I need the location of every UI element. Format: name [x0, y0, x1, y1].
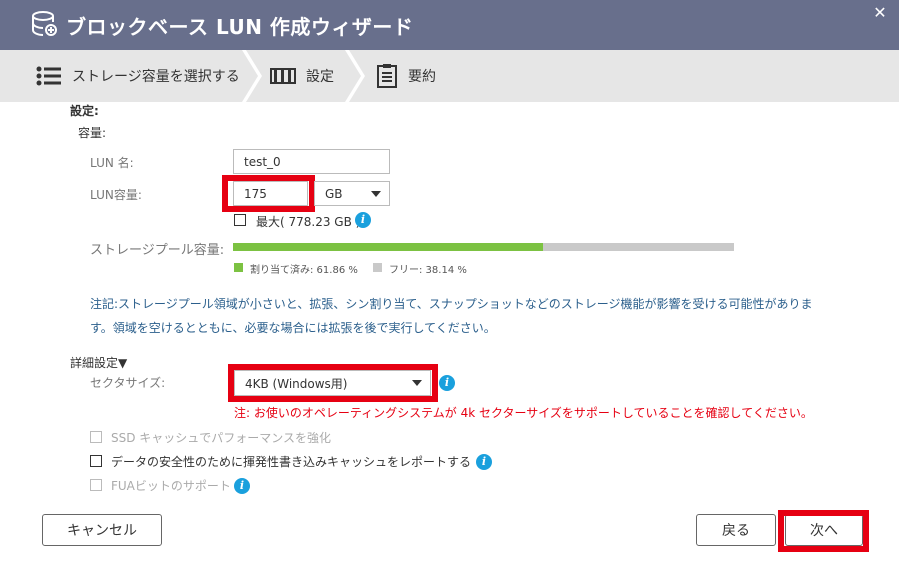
fua-checkbox[interactable] — [90, 479, 102, 491]
ssd-cache-label: SSD キャッシュでパフォーマンスを強化 — [111, 431, 332, 445]
max-capacity-checkbox[interactable] — [234, 214, 246, 226]
pool-allocated-fill — [233, 243, 543, 251]
step-separator-icon — [345, 50, 365, 102]
list-icon — [36, 66, 61, 86]
step-label: ストレージ容量を選択する — [72, 69, 240, 85]
wizard-steps: ストレージ容量を選択する 設定 要約 — [0, 50, 899, 102]
step-label: 要約 — [408, 69, 436, 85]
pool-capacity-label: ストレージプール容量: — [90, 243, 225, 258]
storage-note: 注記:ストレージプール領域が小さいと、拡張、シン割り当て、スナップショットなどの… — [90, 292, 850, 340]
info-icon[interactable]: i — [355, 212, 371, 228]
step-settings: 設定 — [270, 50, 334, 102]
allocated-legend: 割り当て済み: 61.86 % — [250, 265, 358, 276]
step-label: 設定 — [306, 69, 334, 85]
database-icon — [32, 11, 57, 36]
storage-note-line: す。領域を空けるとともに、必要な場合には拡張を後で実行してください。 — [90, 321, 496, 335]
fua-label: FUAビットのサポート — [111, 479, 231, 493]
storage-note-line: 注記:ストレージプール領域が小さいと、拡張、シン割り当て、スナップショットなどの… — [90, 297, 813, 311]
highlight-box — [222, 175, 315, 212]
max-capacity-label: 最大( 778.23 GB ) — [256, 215, 361, 229]
write-cache-checkbox[interactable] — [90, 455, 102, 467]
back-button[interactable]: 戻る — [696, 514, 776, 546]
lun-name-input[interactable]: test_0 — [233, 149, 390, 174]
settings-section-title: 設定: — [70, 104, 99, 118]
ssd-cache-checkbox[interactable] — [90, 431, 102, 443]
lun-capacity-label: LUN容量: — [90, 188, 142, 202]
capacity-unit-value: GB — [325, 186, 343, 201]
chevron-down-icon — [371, 190, 381, 197]
info-icon[interactable]: i — [476, 454, 492, 470]
capacity-unit-select[interactable]: GB — [314, 181, 390, 206]
free-swatch — [373, 263, 382, 272]
window-title: ブロックベース LUN 作成ウィザード — [66, 15, 414, 39]
settings-bars-icon — [270, 68, 296, 84]
sector-size-label: セクタサイズ: — [90, 376, 166, 390]
cancel-button[interactable]: キャンセル — [42, 514, 162, 546]
close-icon[interactable]: ✕ — [871, 4, 889, 22]
step-select-capacity: ストレージ容量を選択する — [36, 50, 240, 102]
info-icon[interactable]: i — [234, 478, 250, 494]
sector-warning: 注: お使いのオペレーティングシステムが 4k セクターサイズをサポートしている… — [234, 406, 813, 420]
write-cache-label: データの安全性のために揮発性書き込みキャッシュをレポートする — [111, 455, 472, 469]
summary-doc-icon — [377, 64, 397, 88]
free-legend: フリー: 38.14 % — [389, 265, 467, 276]
step-summary: 要約 — [376, 50, 436, 102]
pool-usage-bar — [233, 243, 734, 251]
advanced-settings-toggle[interactable]: 詳細設定▼ — [70, 354, 127, 371]
title-bar: ブロックベース LUN 作成ウィザード ✕ — [0, 0, 899, 50]
allocated-swatch — [234, 263, 243, 272]
highlight-box — [778, 510, 869, 552]
highlight-box — [228, 364, 438, 402]
capacity-section-title: 容量: — [78, 126, 107, 140]
step-separator-icon — [242, 50, 262, 102]
info-icon[interactable]: i — [439, 375, 455, 391]
lun-name-label: LUN 名: — [90, 156, 134, 170]
